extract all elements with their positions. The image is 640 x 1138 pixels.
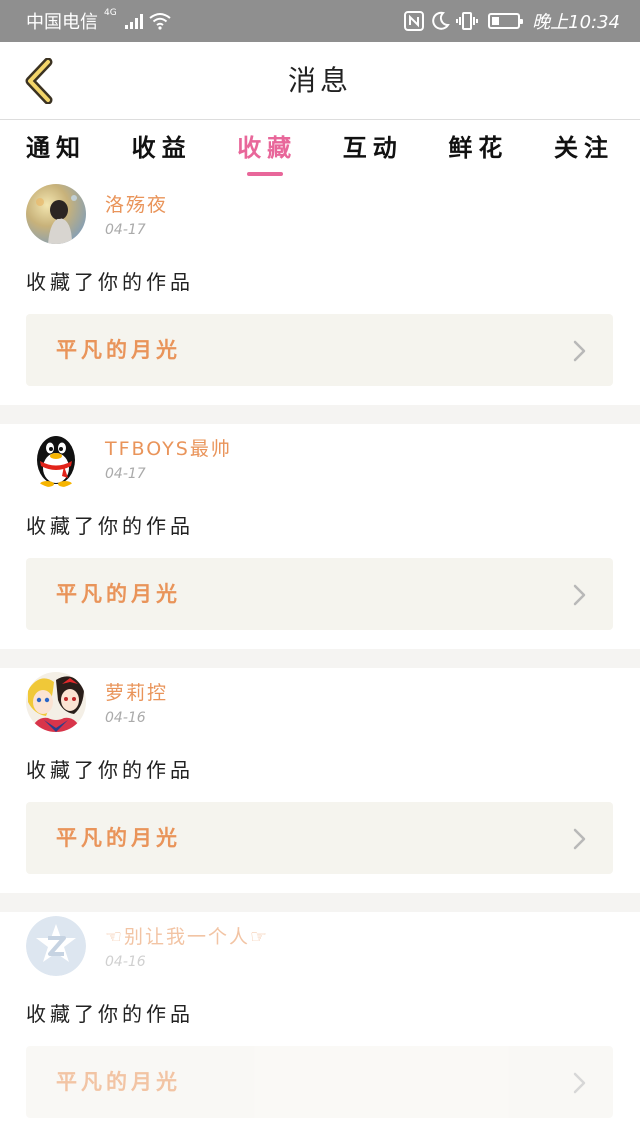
chevron-right-icon bbox=[573, 584, 586, 606]
work-title: 平凡的月光 bbox=[56, 582, 181, 606]
avatar[interactable] bbox=[26, 184, 86, 244]
user-name[interactable]: ☜别让我一个人☞ bbox=[105, 922, 269, 949]
default-z-avatar-icon bbox=[26, 916, 86, 976]
timestamp: 04-17 bbox=[105, 222, 146, 238]
girl-photo-avatar-icon bbox=[26, 184, 86, 244]
carrier-label: 中国电信 bbox=[26, 12, 98, 33]
moon-icon bbox=[432, 11, 450, 30]
network-type: 4G bbox=[104, 8, 117, 18]
anime-avatar-icon bbox=[26, 672, 86, 732]
work-title: 平凡的月光 bbox=[56, 826, 181, 850]
penguin-avatar-icon bbox=[26, 428, 86, 488]
timestamp: 04-16 bbox=[105, 954, 146, 970]
action-text: 收藏了你的作品 bbox=[26, 270, 194, 294]
divider bbox=[0, 405, 640, 424]
nfc-icon bbox=[404, 11, 425, 31]
chevron-right-icon bbox=[573, 828, 586, 850]
status-bar: 中国电信 4G 晚上10:34 bbox=[0, 0, 640, 42]
list-item: 洛殇夜 04-17 收藏了你的作品 平凡的月光 bbox=[0, 180, 640, 405]
page-title: 消息 bbox=[287, 64, 352, 97]
divider bbox=[0, 893, 640, 912]
wifi-icon bbox=[149, 13, 171, 30]
work-link[interactable]: 平凡的月光 bbox=[26, 1046, 613, 1118]
work-title: 平凡的月光 bbox=[56, 1070, 181, 1094]
avatar[interactable] bbox=[26, 428, 86, 488]
action-text: 收藏了你的作品 bbox=[26, 758, 194, 782]
timestamp: 04-17 bbox=[105, 466, 146, 482]
signal-icon bbox=[124, 13, 143, 29]
user-name[interactable]: 洛殇夜 bbox=[105, 190, 168, 217]
action-text: 收藏了你的作品 bbox=[26, 514, 194, 538]
clock: 晚上10:34 bbox=[532, 12, 620, 33]
tab-favorites[interactable]: 收藏 bbox=[237, 120, 297, 180]
battery-icon bbox=[488, 13, 524, 29]
tab-earnings[interactable]: 收益 bbox=[132, 120, 192, 180]
user-name[interactable]: TFBOYS最帅 bbox=[105, 434, 232, 461]
work-link[interactable]: 平凡的月光 bbox=[26, 558, 613, 630]
chevron-right-icon bbox=[573, 1072, 586, 1094]
avatar[interactable] bbox=[26, 916, 86, 976]
top-nav-bar: 消息 bbox=[0, 42, 640, 120]
tab-following[interactable]: 关注 bbox=[554, 120, 614, 180]
list-item: TFBOYS最帅 04-17 收藏了你的作品 平凡的月光 bbox=[0, 424, 640, 649]
tab-bar: 通知 收益 收藏 互动 鲜花 关注 bbox=[0, 120, 640, 180]
list-item: 萝莉控 04-16 收藏了你的作品 平凡的月光 bbox=[0, 668, 640, 893]
work-link[interactable]: 平凡的月光 bbox=[26, 802, 613, 874]
list-item: ☜别让我一个人☞ 04-16 收藏了你的作品 平凡的月光 bbox=[0, 912, 640, 1137]
vibrate-icon bbox=[456, 12, 479, 30]
tab-interactions[interactable]: 互动 bbox=[343, 120, 403, 180]
timestamp: 04-16 bbox=[105, 710, 146, 726]
message-list: 洛殇夜 04-17 收藏了你的作品 平凡的月光 TFBOYS最帅 04-17 收… bbox=[0, 180, 640, 1137]
avatar[interactable] bbox=[26, 672, 86, 732]
status-left: 中国电信 4G bbox=[26, 8, 171, 34]
work-title: 平凡的月光 bbox=[56, 338, 181, 362]
status-right: 晚上10:34 bbox=[404, 8, 620, 34]
work-link[interactable]: 平凡的月光 bbox=[26, 314, 613, 386]
user-name[interactable]: 萝莉控 bbox=[105, 678, 168, 705]
chevron-right-icon bbox=[573, 340, 586, 362]
tab-flowers[interactable]: 鲜花 bbox=[448, 120, 508, 180]
divider bbox=[0, 649, 640, 668]
tab-notifications[interactable]: 通知 bbox=[26, 120, 86, 180]
action-text: 收藏了你的作品 bbox=[26, 1002, 194, 1026]
